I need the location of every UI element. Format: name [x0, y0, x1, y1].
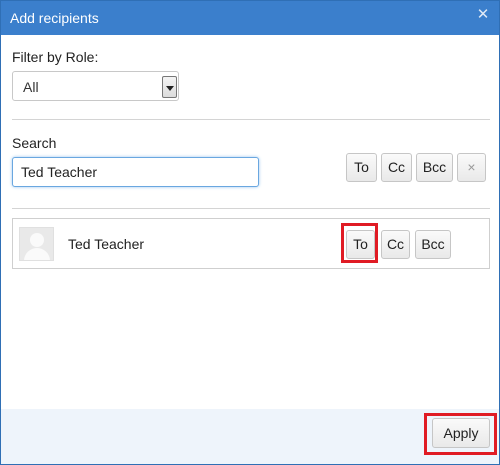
search-label: Search: [12, 135, 57, 151]
search-to-button[interactable]: To: [346, 153, 377, 182]
chevron-down-icon[interactable]: [162, 76, 177, 98]
clear-icon: ×: [467, 159, 476, 175]
result-bcc-button[interactable]: Bcc: [415, 230, 451, 259]
clear-search-button[interactable]: ×: [457, 153, 486, 182]
role-filter-value: All: [23, 79, 39, 95]
search-cc-button[interactable]: Cc: [381, 153, 412, 182]
dialog-title: Add recipients: [10, 10, 99, 26]
result-cc-button[interactable]: Cc: [381, 230, 410, 259]
filter-by-role-label: Filter by Role:: [12, 49, 99, 65]
results-divider: [12, 208, 490, 209]
add-recipients-dialog: Add recipients ✕ Filter by Role: All Sea…: [0, 0, 500, 465]
dialog-titlebar: Add recipients ✕: [1, 1, 499, 35]
result-to-button[interactable]: To: [346, 230, 375, 259]
avatar-head-shape: [30, 233, 44, 247]
result-name: Ted Teacher: [68, 236, 145, 252]
search-bcc-button[interactable]: Bcc: [416, 153, 453, 182]
avatar: [19, 227, 54, 261]
apply-button[interactable]: Apply: [432, 418, 490, 448]
avatar-body-shape: [24, 248, 50, 260]
dialog-footer: Apply: [1, 409, 499, 464]
section-divider: [12, 119, 490, 120]
close-icon[interactable]: ✕: [475, 7, 491, 23]
search-input[interactable]: [12, 157, 259, 187]
role-filter-select[interactable]: All: [12, 71, 179, 101]
